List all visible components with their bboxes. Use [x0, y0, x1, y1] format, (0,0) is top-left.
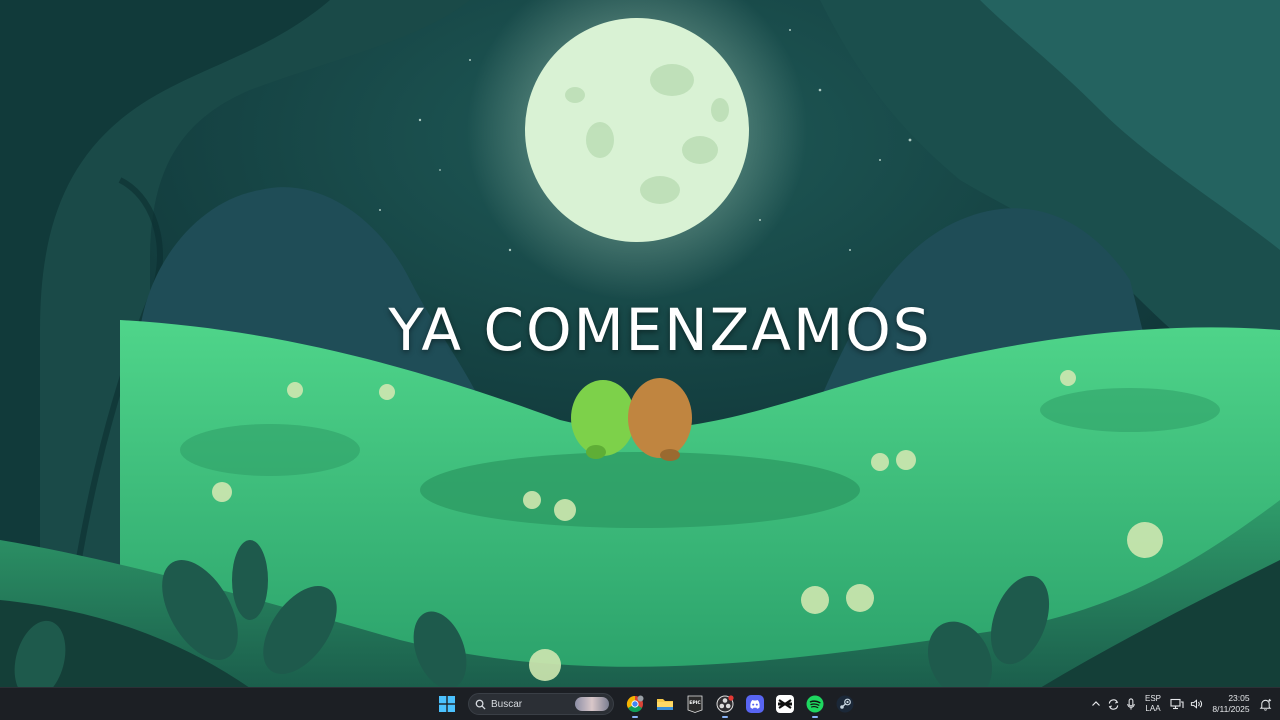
obs-icon	[716, 695, 734, 713]
system-tray: ESP LAA 23:05 8/11/2025	[1091, 688, 1280, 720]
taskbar-app-epic-games[interactable]: EPIC	[682, 691, 708, 717]
microphone-button[interactable]	[1126, 692, 1136, 716]
steam-icon	[836, 695, 854, 713]
taskbar-app-file-explorer[interactable]	[652, 691, 678, 717]
windows-logo-icon	[439, 696, 455, 712]
keyboard-layout-code: LAA	[1145, 704, 1161, 713]
show-hidden-icons-button[interactable]	[1091, 692, 1101, 716]
clock-time: 23:05	[1228, 693, 1250, 703]
volume-button[interactable]	[1190, 692, 1203, 716]
notification-bell-icon	[1259, 698, 1272, 711]
speaker-icon	[1190, 699, 1203, 709]
moon	[525, 18, 749, 242]
start-button[interactable]	[434, 691, 460, 717]
search-highlight-image	[575, 697, 609, 711]
clock-button[interactable]: 23:05 8/11/2025	[1209, 692, 1253, 716]
folder-icon	[657, 699, 673, 710]
chrome-icon	[626, 695, 644, 713]
chevron-up-icon	[1092, 701, 1100, 706]
capcut-icon	[776, 695, 794, 713]
search-placeholder: Buscar	[491, 698, 523, 710]
epic-label: EPIC	[689, 700, 701, 706]
notifications-button[interactable]	[1259, 692, 1272, 716]
taskbar-search-box[interactable]: Buscar	[468, 693, 614, 715]
taskbar-app-discord[interactable]	[742, 691, 768, 717]
taskbar: Buscar EPIC ESP LAA 23:05 8/11/2025	[0, 687, 1280, 720]
sync-status-button[interactable]	[1107, 692, 1120, 716]
epic-games-icon: EPIC	[687, 695, 703, 713]
taskbar-app-obs[interactable]	[712, 691, 738, 718]
language-code: ESP	[1144, 694, 1161, 703]
spotify-icon	[806, 695, 824, 713]
stream-starting-title: YA COMENZAMOS	[0, 296, 1280, 364]
input-language-indicator[interactable]: ESP LAA	[1142, 692, 1164, 716]
network-button[interactable]	[1170, 692, 1184, 716]
taskbar-app-capcut[interactable]	[772, 691, 798, 717]
taskbar-app-chrome[interactable]	[622, 691, 648, 718]
sync-icon	[1108, 698, 1119, 710]
stream-starting-text: YA COMENZAMOS	[388, 296, 932, 364]
microphone-icon	[1127, 697, 1135, 710]
discord-icon	[746, 695, 764, 713]
taskbar-app-spotify[interactable]	[802, 691, 828, 718]
network-monitor-icon	[1170, 698, 1184, 710]
clock-date: 8/11/2025	[1212, 704, 1250, 714]
search-icon	[475, 699, 486, 710]
taskbar-app-steam[interactable]	[832, 691, 858, 717]
taskbar-app-group: Buscar EPIC	[434, 688, 858, 720]
